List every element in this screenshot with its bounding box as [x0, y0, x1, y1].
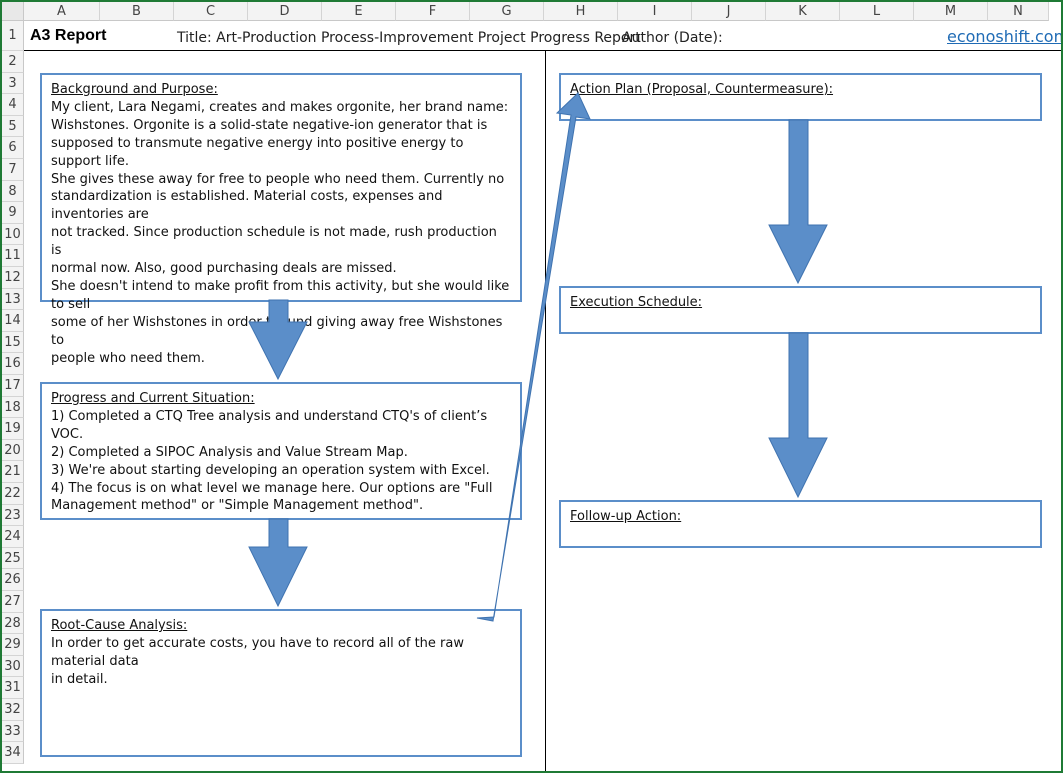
row-header-8[interactable]: 8 — [2, 180, 24, 203]
root-cause-body: In order to get accurate costs, you have… — [51, 635, 464, 687]
row-header-15[interactable]: 15 — [2, 331, 24, 354]
report-label: A3 Report — [30, 27, 107, 44]
execution-heading: Execution Schedule: — [570, 295, 703, 310]
row-header-12[interactable]: 12 — [2, 267, 24, 289]
row-header-21[interactable]: 21 — [2, 461, 24, 483]
row-header-3[interactable]: 3 — [2, 72, 24, 95]
row-header-18[interactable]: 18 — [2, 396, 24, 419]
background-heading: Background and Purpose: — [51, 82, 218, 97]
select-all-corner[interactable] — [2, 2, 24, 21]
row-header-22[interactable]: 22 — [2, 483, 24, 505]
root-cause-heading: Root-Cause Analysis: — [51, 618, 188, 633]
background-box[interactable]: Background and Purpose: My client, Lara … — [40, 73, 522, 366]
row-header-25[interactable]: 25 — [2, 547, 24, 570]
progress-body: 1) Completed a CTQ Tree analysis and und… — [51, 408, 493, 514]
report-title: Title: Art-Production Process-Improvemen… — [177, 30, 641, 46]
column-header-h[interactable]: H — [544, 2, 618, 21]
row-header-19[interactable]: 19 — [2, 418, 24, 440]
row-header-13[interactable]: 13 — [2, 288, 24, 311]
row-header-2[interactable]: 2 — [2, 51, 24, 73]
econoshift-link[interactable]: econoshift.com — [947, 27, 1061, 46]
column-header-j[interactable]: J — [692, 2, 766, 21]
row-header-24[interactable]: 24 — [2, 526, 24, 548]
row-header-32[interactable]: 32 — [2, 699, 24, 721]
background-body: My client, Lara Negami, creates and make… — [51, 99, 510, 366]
column-header-a[interactable]: A — [24, 2, 100, 21]
column-header-l[interactable]: L — [840, 2, 914, 21]
row-header-6[interactable]: 6 — [2, 137, 24, 159]
spreadsheet-frame: ABCDEFGHIJKLMN 1 2 3 4 5 6 7 8 9 10 11 12 13 14 15 16 17… — [0, 0, 1063, 773]
action-plan-box[interactable]: Action Plan (Proposal, Countermeasure): — [559, 73, 1042, 121]
root-cause-box[interactable]: Root-Cause Analysis: In order to get acc… — [40, 609, 522, 757]
row-header-14[interactable]: 14 — [2, 310, 24, 332]
column-header-g[interactable]: G — [470, 2, 544, 21]
column-header-m[interactable]: M — [914, 2, 988, 21]
row-header-29[interactable]: 29 — [2, 634, 24, 656]
row-header-26[interactable]: 26 — [2, 569, 24, 591]
follow-up-heading: Follow-up Action: — [570, 509, 682, 524]
row-header-11[interactable]: 11 — [2, 245, 24, 267]
row-header-10[interactable]: 10 — [2, 223, 24, 246]
row-header-27[interactable]: 27 — [2, 591, 24, 613]
execution-schedule-box[interactable]: Execution Schedule: — [559, 286, 1042, 334]
author-field: Author (Date): — [622, 30, 723, 46]
row-header-23[interactable]: 23 — [2, 504, 24, 527]
row-header-9[interactable]: 9 — [2, 202, 24, 224]
row-header-5[interactable]: 5 — [2, 115, 24, 138]
row-header-33[interactable]: 33 — [2, 720, 24, 743]
progress-box[interactable]: Progress and Current Situation: 1) Compl… — [40, 382, 522, 520]
report-header: A3 Report Title: Art-Production Process-… — [24, 21, 1061, 51]
row-header-17[interactable]: 17 — [2, 375, 24, 397]
row-header-1[interactable]: 1 — [2, 21, 24, 51]
column-header-k[interactable]: K — [766, 2, 840, 21]
progress-heading: Progress and Current Situation: — [51, 391, 255, 406]
column-header-b[interactable]: B — [100, 2, 174, 21]
header-divider — [24, 50, 1061, 51]
row-header-31[interactable]: 31 — [2, 677, 24, 699]
action-plan-heading: Action Plan (Proposal, Countermeasure): — [570, 82, 834, 97]
follow-up-box[interactable]: Follow-up Action: — [559, 500, 1042, 548]
column-divider — [545, 51, 546, 771]
row-header-28[interactable]: 28 — [2, 612, 24, 635]
row-header-34[interactable]: 34 — [2, 742, 24, 764]
column-header-c[interactable]: C — [174, 2, 248, 21]
column-header-i[interactable]: I — [618, 2, 692, 21]
column-header-f[interactable]: F — [396, 2, 470, 21]
row-header-4[interactable]: 4 — [2, 94, 24, 116]
row-header-30[interactable]: 30 — [2, 655, 24, 678]
column-header-e[interactable]: E — [322, 2, 396, 21]
row-header-7[interactable]: 7 — [2, 159, 24, 181]
column-header-d[interactable]: D — [248, 2, 322, 21]
row-header-16[interactable]: 16 — [2, 353, 24, 375]
row-header-20[interactable]: 20 — [2, 439, 24, 462]
column-header-n[interactable]: N — [988, 2, 1049, 21]
